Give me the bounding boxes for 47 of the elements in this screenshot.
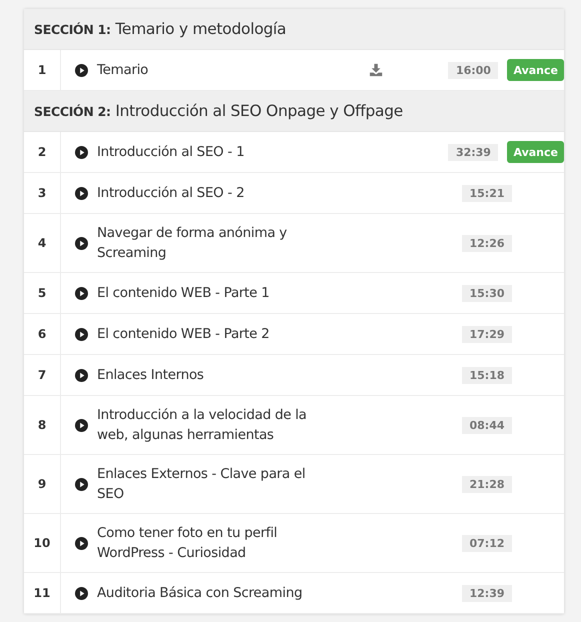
lesson-link[interactable]: Temario	[97, 51, 320, 89]
lesson-number: 3	[24, 173, 61, 213]
lesson-duration: 15:30	[462, 284, 512, 302]
play-icon[interactable]	[75, 586, 88, 600]
play-icon[interactable]	[75, 536, 88, 550]
play-icon[interactable]	[75, 236, 88, 250]
lesson-duration: 07:12	[462, 534, 512, 552]
play-icon[interactable]	[75, 418, 88, 432]
lesson-link[interactable]: Introducción al SEO - 1	[97, 133, 320, 171]
lesson-duration: 12:39	[462, 584, 512, 602]
play-icon[interactable]	[75, 64, 88, 76]
section-title: SECCIÓN 1: Temario y metodología	[34, 20, 286, 38]
lesson-link[interactable]: El contenido WEB - Parte 2	[97, 315, 333, 353]
play-icon[interactable]	[75, 286, 88, 300]
lesson-number: 7	[24, 355, 61, 395]
lesson-duration: 08:44	[462, 416, 512, 434]
lesson-number: 10	[24, 514, 61, 572]
lesson-link[interactable]: Introducción a la velocidad de la web, algunas herramientas	[97, 396, 333, 454]
lesson-number: 8	[24, 396, 61, 454]
lesson-link[interactable]: Enlaces Internos	[97, 356, 333, 394]
lesson-link[interactable]: Introducción al SEO - 2	[97, 174, 333, 212]
lesson-duration: 15:21	[462, 184, 512, 202]
lesson-duration: 21:28	[462, 476, 512, 492]
lesson-duration: 32:39	[448, 144, 498, 160]
play-icon[interactable]	[75, 368, 88, 382]
lesson-link[interactable]: El contenido WEB - Parte 1	[97, 274, 333, 312]
download-icon[interactable]	[369, 63, 384, 77]
lesson-link[interactable]: Navegar de forma anónima y Screaming	[97, 214, 333, 272]
play-icon[interactable]	[75, 328, 88, 340]
lesson-number: 4	[24, 214, 61, 272]
lesson-duration: 16:00	[448, 62, 498, 78]
lesson-duration: 17:29	[462, 326, 512, 342]
section-title: SECCIÓN 2: Introducción al SEO Onpage y Offpage	[34, 102, 403, 120]
lesson-number: 1	[24, 50, 61, 90]
lesson-number: 9	[24, 455, 61, 513]
play-icon[interactable]	[75, 146, 88, 158]
lesson-number: 11	[24, 573, 61, 613]
lesson-number: 6	[24, 314, 61, 354]
lesson-link[interactable]: Como tener foto en tu perfil WordPress - Curiosidad	[97, 514, 333, 572]
lesson-number: 2	[24, 132, 61, 172]
lesson-duration: 12:26	[462, 234, 512, 252]
lesson-number: 5	[24, 273, 61, 313]
lesson-duration: 15:18	[462, 366, 512, 384]
lesson-link[interactable]: Enlaces Externos - Clave para el SEO	[97, 455, 333, 513]
lesson-link[interactable]: Auditoria Básica con Screaming	[97, 574, 333, 612]
play-icon[interactable]	[75, 478, 88, 490]
play-icon[interactable]	[75, 186, 88, 200]
